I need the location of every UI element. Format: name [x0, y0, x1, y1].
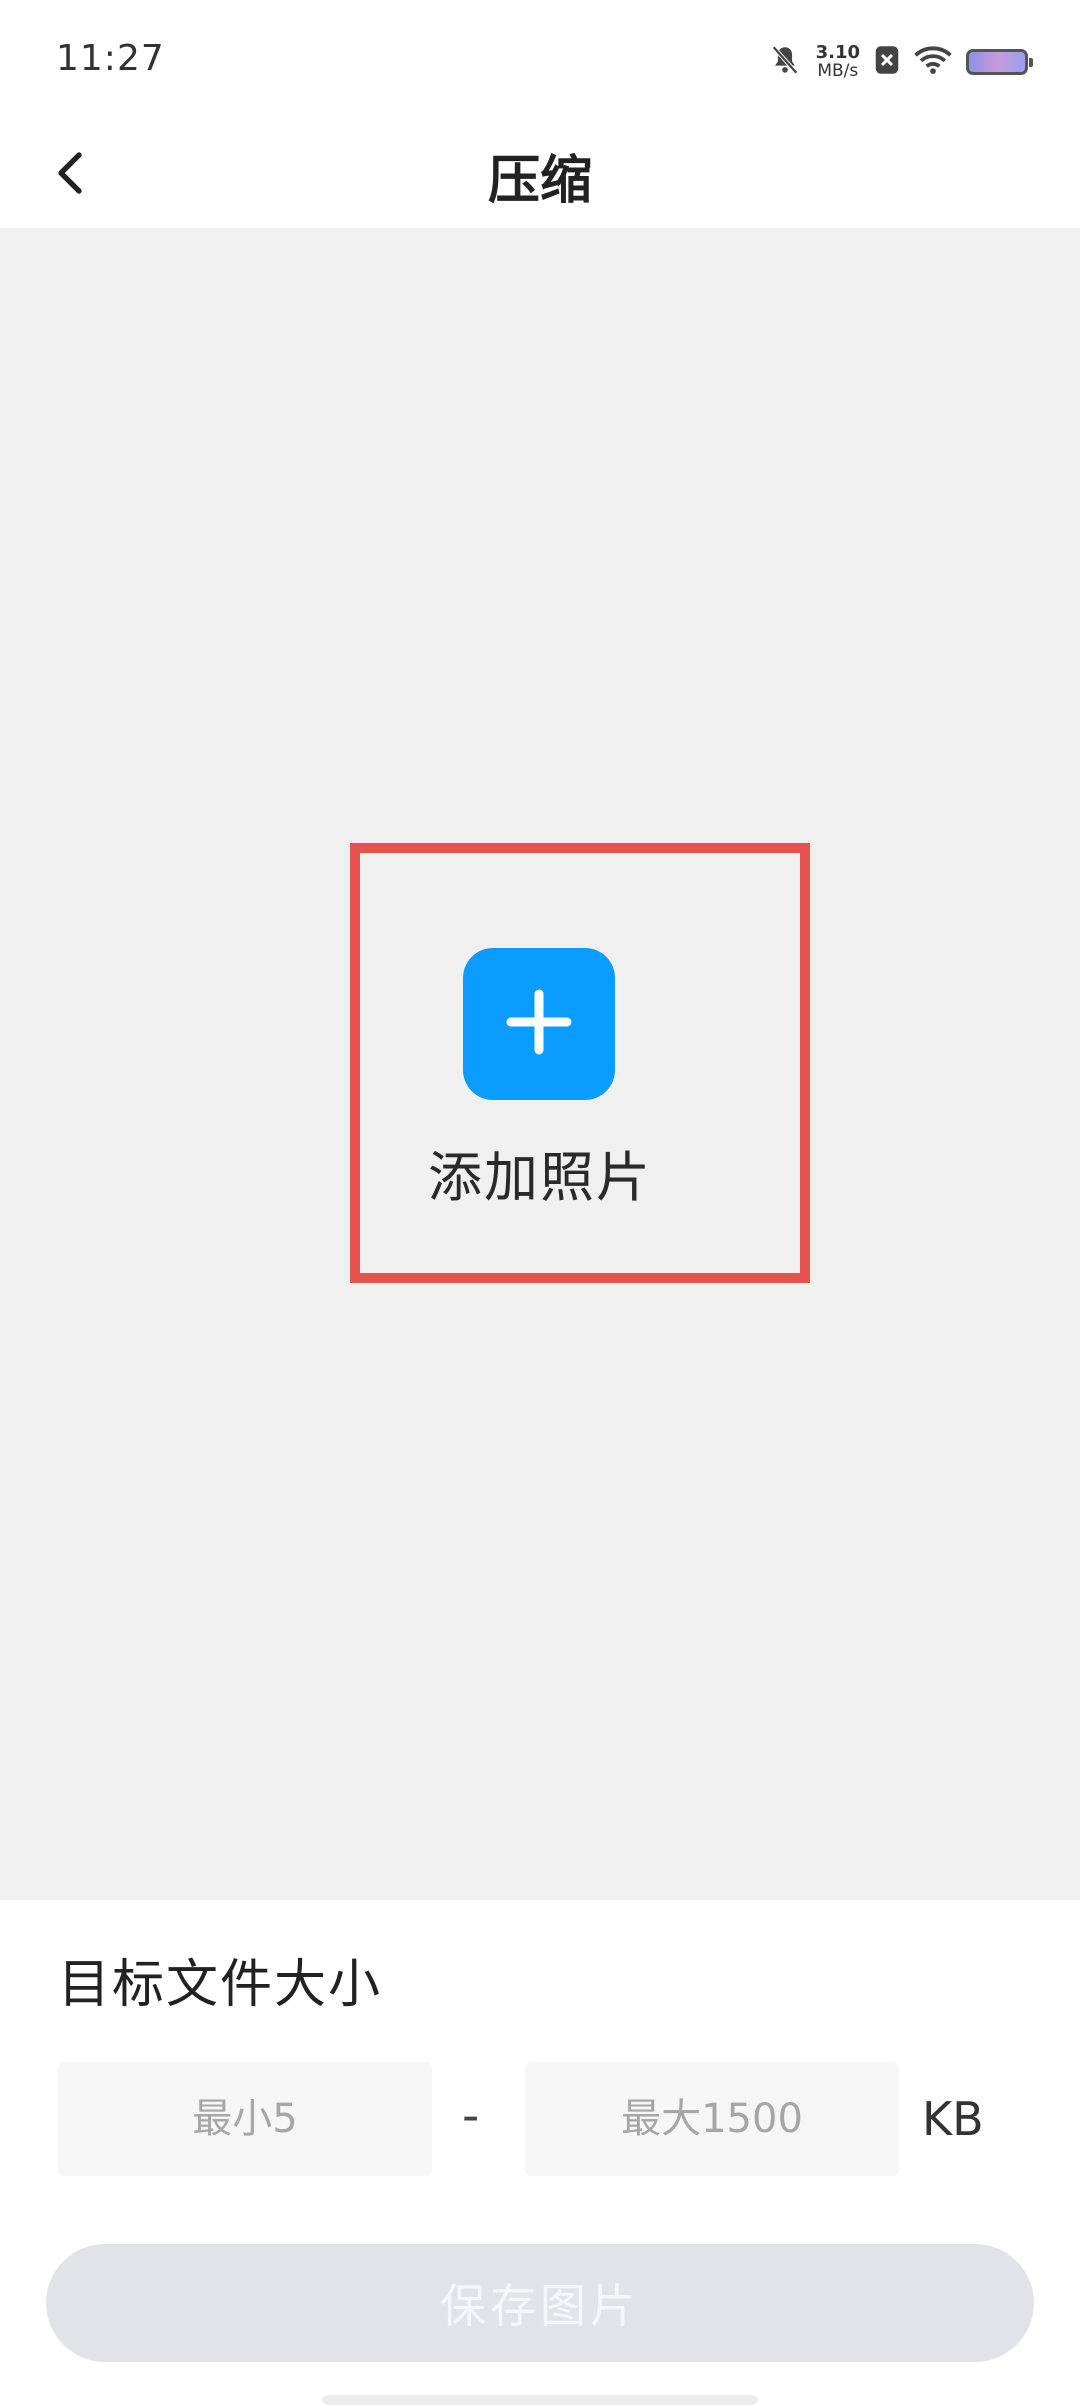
range-separator: - [462, 2088, 480, 2144]
net-speed-value: 3.10 [815, 42, 860, 63]
header-bar: 压缩 [0, 120, 1080, 228]
home-indicator[interactable] [322, 2395, 758, 2405]
add-photo-button[interactable] [463, 948, 615, 1100]
min-size-input[interactable] [58, 2062, 432, 2176]
save-image-button[interactable]: 保存图片 [46, 2244, 1034, 2362]
net-speed-unit: MB/s [817, 61, 859, 81]
max-size-input[interactable] [525, 2062, 899, 2176]
compression-settings: 目标文件大小 - KB 保存图片 [0, 1900, 1080, 2408]
size-unit-label: KB [922, 2092, 984, 2146]
status-icons: 3.10 MB/s [768, 40, 1033, 84]
status-bar: 11:27 3.10 MB/s [0, 0, 1080, 120]
add-photo-label[interactable]: 添加照片 [0, 1133, 1080, 1212]
battery-icon [966, 49, 1033, 75]
page-title: 压缩 [487, 151, 592, 211]
status-time: 11:27 [56, 38, 165, 79]
bell-muted-icon [768, 43, 802, 81]
wifi-icon [914, 45, 952, 79]
sim-blocked-icon [874, 45, 900, 79]
target-size-label: 目标文件大小 [58, 1955, 383, 2015]
image-preview-area: 添加照片 [0, 228, 1080, 1900]
plus-icon [503, 986, 575, 1062]
net-speed: 3.10 MB/s [815, 42, 860, 81]
